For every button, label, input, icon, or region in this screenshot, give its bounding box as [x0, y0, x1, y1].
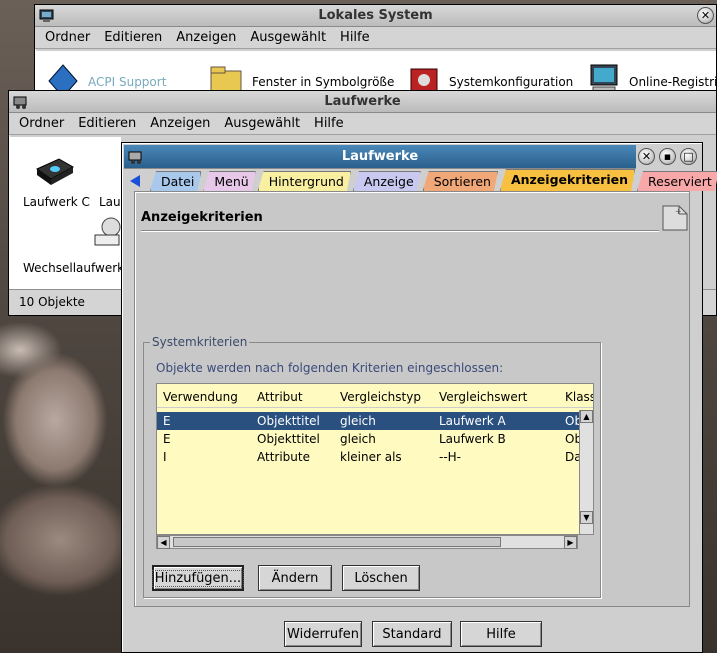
hard-drive-icon[interactable] [33, 155, 77, 187]
tab-sortieren[interactable]: Sortieren [423, 171, 498, 191]
menu-ausgewaehlt[interactable]: Ausgewählt [224, 116, 300, 131]
icon-label-lau[interactable]: Lau [99, 195, 121, 209]
tab-menue[interactable]: Menü [203, 171, 255, 191]
icon-label-wechsellaufwerk[interactable]: Wechsellaufwerk [23, 261, 124, 275]
maximize-button[interactable]: □ [680, 148, 697, 165]
titlebar[interactable]: Laufwerke [9, 91, 716, 113]
table-cell: Objekttitel [257, 414, 320, 428]
systemkriterien-group: Systemkriterien Objekte werden nach folg… [143, 335, 601, 598]
icon-area: Laufwerk C Lau Wechsellaufwerk [9, 137, 124, 289]
window-lokales-system: Lokales System ✕ Ordner Editieren Anzeig… [34, 4, 717, 104]
table-cell: --H- [439, 450, 462, 464]
scroll-down-arrow-icon[interactable]: ▼ [580, 511, 593, 524]
removable-drive-icon[interactable] [91, 215, 123, 251]
criteria-description: Objekte werden nach folgenden Kriterien … [156, 361, 504, 375]
menu-hilfe[interactable]: Hilfe [314, 116, 344, 131]
tab-reserviert[interactable]: Reserviert [637, 171, 717, 191]
scroll-right-arrow-icon[interactable]: ▶ [564, 536, 577, 549]
scroll-left-arrow-icon[interactable]: ◀ [157, 536, 170, 549]
tab-back-arrow-icon[interactable] [126, 171, 146, 191]
menu-ordner[interactable]: Ordner [45, 30, 90, 45]
delete-button[interactable]: Löschen [342, 565, 420, 591]
menu-editieren[interactable]: Editieren [78, 116, 136, 131]
table-cell: Laufwerk B [439, 432, 506, 446]
change-button[interactable]: Ändern [258, 565, 332, 591]
column-header[interactable]: Vergleichstyp [340, 390, 421, 404]
table-cell: Laufwerk A [439, 414, 506, 428]
group-legend: Systemkriterien [150, 335, 250, 349]
icon-label-fenster[interactable]: Fenster in Symbolgröße [252, 75, 394, 89]
column-header[interactable]: Klass [565, 390, 593, 404]
criteria-table[interactable]: Verwendung Attribut Vergleichstyp Vergle… [156, 383, 594, 535]
column-header[interactable]: Vergleichswert [439, 390, 527, 404]
menu-anzeigen[interactable]: Anzeigen [150, 116, 210, 131]
vertical-scrollbar[interactable]: ▲ ▼ [579, 410, 593, 534]
column-header[interactable]: Attribut [257, 390, 303, 404]
table-cell: E [163, 414, 171, 428]
table-cell: I [163, 450, 167, 464]
minimize-button[interactable]: ▪ [659, 148, 676, 165]
window-title: Laufwerke [324, 94, 401, 109]
horizontal-scrollbar[interactable]: ◀ ▶ [156, 535, 578, 549]
table-row[interactable]: E Objekttitel gleich Laufwerk B Ob [157, 430, 593, 448]
scroll-thumb[interactable] [173, 537, 501, 547]
menubar: Ordner Editieren Anzeigen Ausgewählt Hil… [9, 113, 716, 135]
svg-text:+: + [675, 207, 682, 216]
help-button[interactable]: Hilfe [460, 621, 542, 647]
menu-editieren[interactable]: Editieren [104, 30, 162, 45]
menubar: Ordner Editieren Anzeigen Ausgewählt Hil… [35, 27, 716, 49]
notebook-page: Anzeigekriterien + Systemkriterien Objek… [134, 191, 690, 607]
table-header: Verwendung Attribut Vergleichstyp Vergle… [157, 386, 593, 408]
table-cell: gleich [340, 414, 376, 428]
notebook-tabs: Datei Menü Hintergrund Anzeige Sortieren… [126, 169, 717, 191]
menu-ordner[interactable]: Ordner [19, 116, 64, 131]
dialog-laufwerke-settings: Laufwerke ✕ ▪ □ Datei Menü Hintergrund A… [121, 142, 703, 653]
undo-button[interactable]: Widerrufen [284, 621, 362, 647]
add-button[interactable]: Hinzufügen... [151, 565, 245, 591]
tab-anzeigekriterien[interactable]: Anzeigekriterien [500, 169, 635, 191]
default-button[interactable]: Standard [372, 621, 452, 647]
icon-label-online[interactable]: Online-Registrie [629, 75, 717, 89]
scroll-up-arrow-icon[interactable]: ▲ [580, 410, 593, 423]
table-cell: Objekttitel [257, 432, 320, 446]
page-corner-icon[interactable]: + [661, 204, 689, 232]
table-cell: kleiner als [340, 450, 402, 464]
tab-datei[interactable]: Datei [150, 171, 201, 191]
table-cell: gleich [340, 432, 376, 446]
system-menu-icon[interactable] [12, 94, 30, 110]
tab-hintergrund[interactable]: Hintergrund [258, 171, 351, 191]
table-row[interactable]: I Attribute kleiner als --H- Da [157, 448, 593, 466]
icon-label-acpi[interactable]: ACPI Support [88, 75, 166, 89]
system-menu-icon[interactable] [38, 8, 56, 24]
menu-ausgewaehlt[interactable]: Ausgewählt [250, 30, 326, 45]
titlebar[interactable]: Laufwerke [124, 145, 636, 169]
page-title: Anzeigekriterien [141, 210, 263, 225]
icon-label-laufwerk-c[interactable]: Laufwerk C [23, 195, 90, 209]
menu-anzeigen[interactable]: Anzeigen [176, 30, 236, 45]
icon-label-systemkonfiguration[interactable]: Systemkonfiguration [449, 75, 573, 89]
table-cell: E [163, 432, 171, 446]
tab-anzeige[interactable]: Anzeige [353, 171, 421, 191]
table-cell: Attribute [257, 450, 310, 464]
menu-hilfe[interactable]: Hilfe [340, 30, 370, 45]
titlebar[interactable]: Lokales System ✕ [35, 5, 716, 27]
system-menu-icon[interactable] [127, 149, 145, 165]
column-header[interactable]: Verwendung [163, 390, 238, 404]
page-title-rule [141, 230, 659, 232]
window-title: Laufwerke [341, 149, 419, 164]
close-button[interactable]: ✕ [697, 7, 714, 24]
table-row[interactable]: E Objekttitel gleich Laufwerk A Ob [157, 412, 593, 430]
close-button[interactable]: ✕ [638, 148, 655, 165]
window-title: Lokales System [318, 8, 433, 23]
